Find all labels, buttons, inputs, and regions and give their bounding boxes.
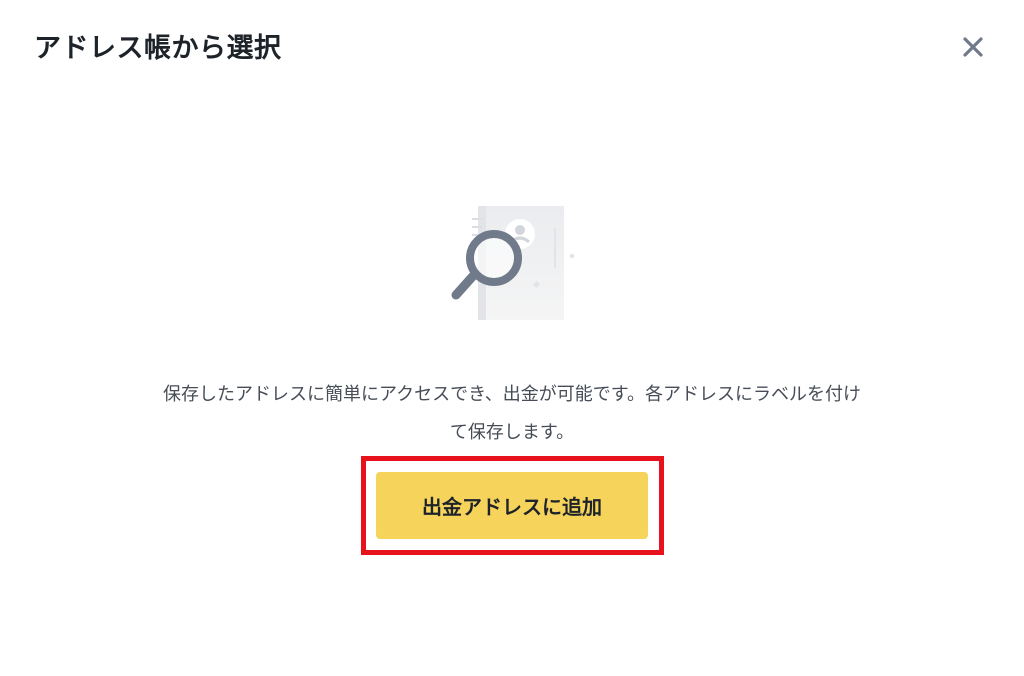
add-withdrawal-address-button[interactable]: 出金アドレスに追加 xyxy=(376,472,648,539)
close-icon xyxy=(963,37,983,57)
modal-title: アドレス帳から選択 xyxy=(34,33,282,64)
address-book-modal: アドレス帳から選択 保存したアドレスに簡単にアクセスでき、出金が可能です。各アド… xyxy=(0,0,1024,676)
address-book-search-icon xyxy=(440,198,590,326)
description-text: 保存したアドレスに簡単にアクセスでき、出金が可能です。各アドレスにラベルを付けて… xyxy=(162,384,862,443)
close-button[interactable] xyxy=(956,30,990,64)
